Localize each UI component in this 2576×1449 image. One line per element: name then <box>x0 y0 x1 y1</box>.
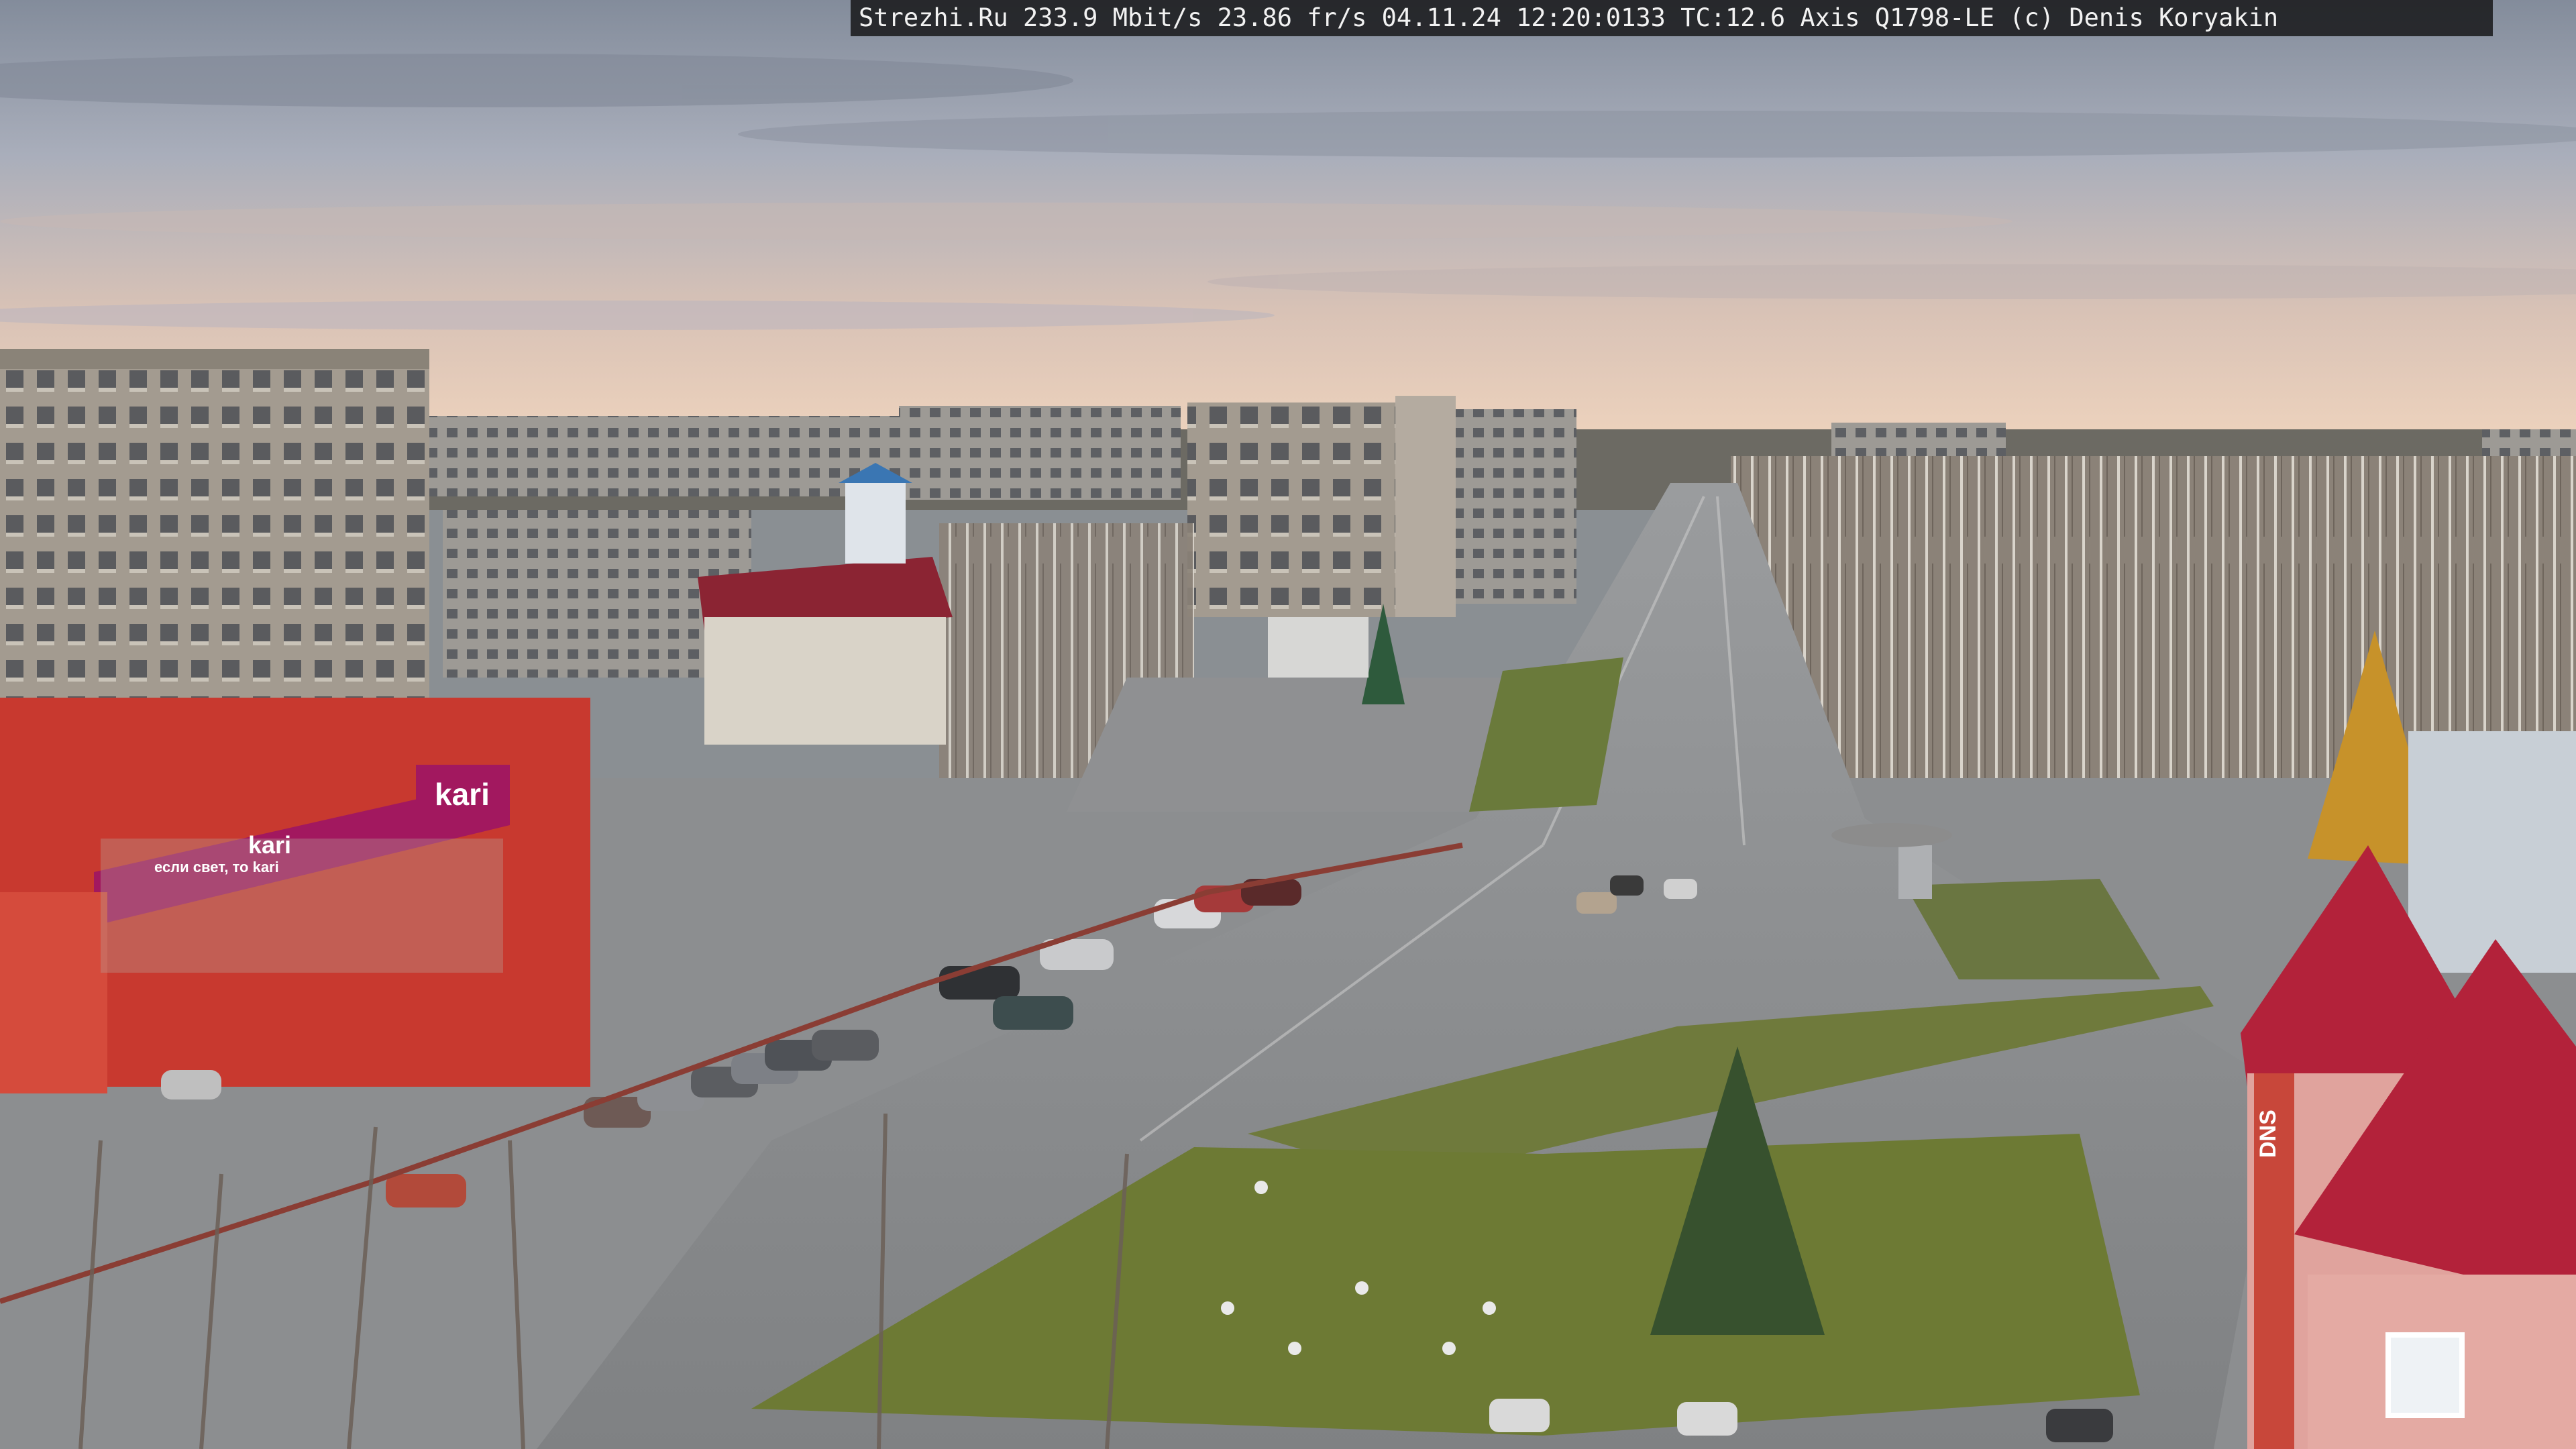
kari-sign-large: kari <box>435 777 490 812</box>
white-pavilion <box>1268 617 1368 678</box>
shopping-center-kari <box>0 698 590 1093</box>
kari-sign-small: kari <box>248 831 291 859</box>
plaza <box>1067 678 1529 812</box>
webcam-scene: kari kari если свет, то kari DNS <box>0 0 2576 1449</box>
central-apartment-tower <box>1187 396 1576 617</box>
camera-info-overlay: Strezhi.Ru 233.9 Mbit/s 23.86 fr/s 04.11… <box>851 0 2493 36</box>
kari-slogan: если свет, то kari <box>154 859 279 875</box>
dns-sign: DNS <box>2255 1110 2281 1158</box>
